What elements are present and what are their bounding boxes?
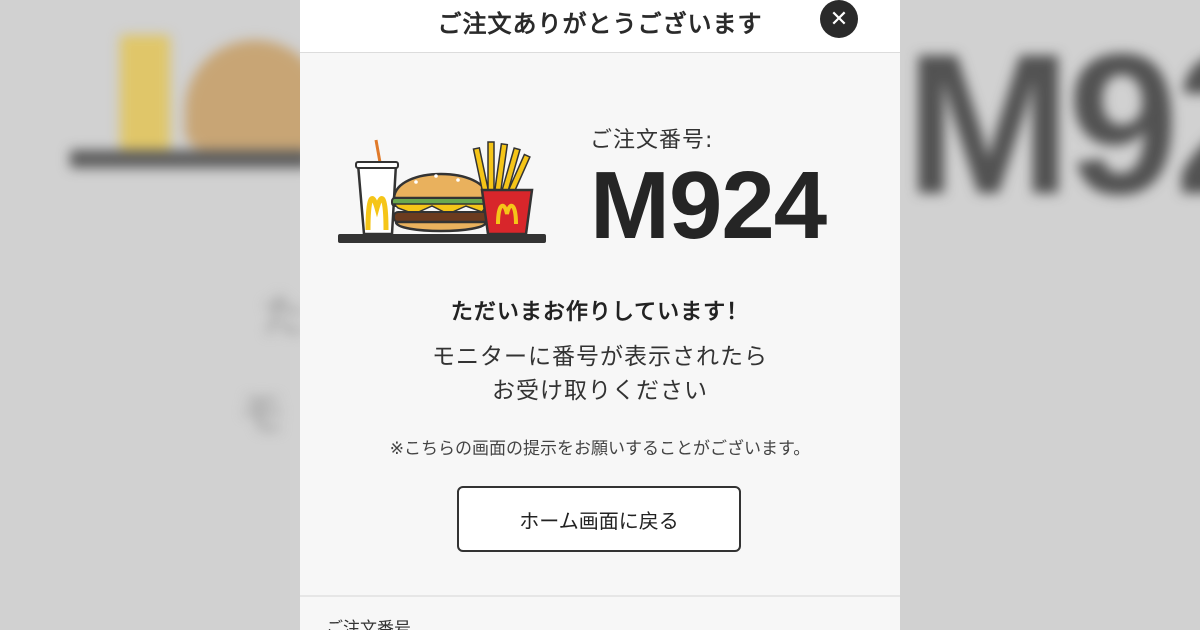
status-heading: ただいまお作りしています！ xyxy=(450,300,750,325)
meal-tray-icon xyxy=(338,139,546,243)
modal-title: ご注文ありがとうございます xyxy=(437,10,763,38)
screen-notice: ※こちらの画面の提示をお願いすることがございます。 xyxy=(389,439,811,459)
order-number-label: ご注文番号: xyxy=(590,128,714,153)
modal-header: ご注文ありがとうございます ✕ xyxy=(300,0,900,53)
close-icon: ✕ xyxy=(829,6,849,32)
order-details-label: ご注文番号 xyxy=(326,619,411,630)
section-divider xyxy=(300,595,900,597)
return-home-button[interactable]: ホーム画面に戻る xyxy=(457,486,741,552)
order-number: M924 xyxy=(590,152,827,259)
instruction-line: モニターに番号が表示されたら xyxy=(432,344,768,370)
order-confirmation-modal: ご注文ありがとうございます ✕ ご注文番号: M924 ただいまお作りしています… xyxy=(300,0,900,630)
instruction-line: お受け取りください xyxy=(492,378,708,404)
close-button[interactable]: ✕ xyxy=(820,0,858,38)
pickup-instruction: モニターに番号が表示されたら お受け取りください xyxy=(300,340,900,408)
